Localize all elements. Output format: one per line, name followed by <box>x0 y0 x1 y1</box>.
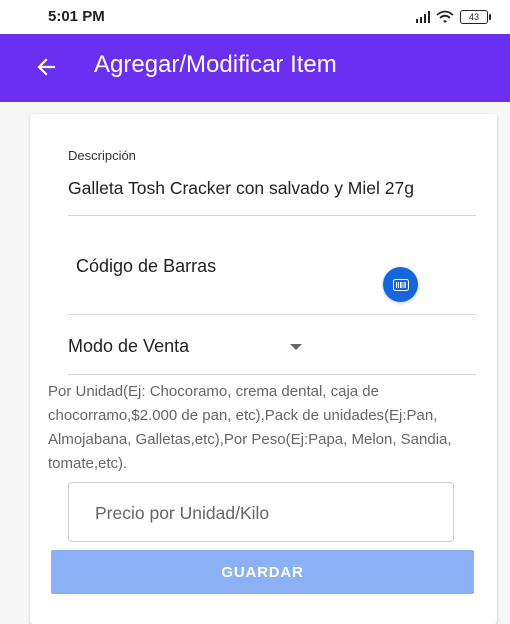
save-button-label: GUARDAR <box>221 563 304 581</box>
description-field[interactable]: Galleta Tosh Cracker con salvado y Miel … <box>68 178 456 199</box>
dropdown-arrow-icon <box>290 344 302 350</box>
barcode-field[interactable]: Código de Barras <box>76 256 216 277</box>
price-input[interactable]: Precio por Unidad/Kilo <box>68 482 454 542</box>
scan-barcode-button[interactable] <box>383 267 418 302</box>
barcode-icon <box>392 278 409 291</box>
save-button[interactable]: GUARDAR <box>51 550 474 594</box>
sale-mode-select[interactable]: Modo de Venta <box>68 334 318 362</box>
sale-mode-value: Modo de Venta <box>68 336 190 356</box>
price-placeholder: Precio por Unidad/Kilo <box>95 503 270 523</box>
sale-mode-divider <box>68 374 476 375</box>
app-bar: Agregar/Modificar Item <box>0 34 510 102</box>
battery-icon: 43 <box>460 10 491 24</box>
status-icons: 43 <box>416 7 491 27</box>
page-title: Agregar/Modificar Item <box>94 51 337 78</box>
arrow-left-icon[interactable] <box>34 54 60 80</box>
signal-icon <box>416 11 430 23</box>
description-label: Descripción <box>68 148 136 163</box>
sale-mode-help-text: Por Unidad(Ej: Chocoramo, crema dental, … <box>48 383 452 472</box>
barcode-divider <box>68 314 476 315</box>
status-bar: 5:01 PM 43 <box>0 0 510 34</box>
status-time: 5:01 PM <box>48 8 105 25</box>
description-divider <box>68 215 476 216</box>
wifi-icon <box>436 10 454 23</box>
